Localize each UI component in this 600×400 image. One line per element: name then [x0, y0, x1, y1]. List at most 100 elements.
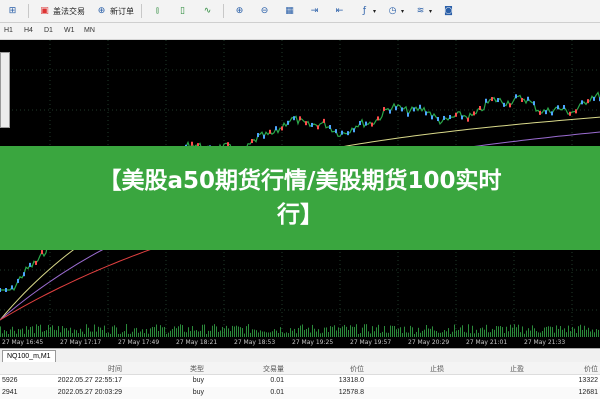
volume-bar	[556, 325, 557, 337]
candle-mark	[503, 102, 505, 107]
chart-tab-nq100[interactable]: NQ100_m,M1	[2, 350, 56, 362]
volume-bar	[580, 324, 581, 337]
volume-bar	[394, 325, 395, 337]
chart-shift-button[interactable]: ⇤	[329, 2, 352, 20]
volume-bar	[222, 326, 223, 337]
period-mn[interactable]: MN	[84, 27, 95, 34]
volume-bar	[4, 330, 5, 337]
candle-mark	[323, 118, 325, 123]
screenshot-icon: ◙	[444, 6, 453, 16]
periods-button[interactable]: ◷ ▾	[382, 2, 408, 20]
bar-chart-button[interactable]: ⫾	[147, 2, 170, 20]
tile-windows-button[interactable]: ▦	[279, 2, 302, 20]
period-h4[interactable]: H4	[24, 27, 33, 34]
volume-bar	[212, 325, 213, 337]
candle-mark	[17, 278, 19, 283]
volume-bar	[246, 326, 247, 337]
volume-bar	[516, 327, 517, 337]
candle-mark	[527, 96, 529, 101]
volume-bar	[80, 328, 81, 337]
indicators-button[interactable]: ƒ ▾	[354, 2, 380, 20]
candle-mark	[377, 116, 379, 121]
candle-mark	[557, 105, 559, 110]
screenshot-button[interactable]: ◙	[438, 2, 461, 20]
period-h1[interactable]: H1	[4, 27, 13, 34]
volume-bar	[588, 327, 589, 337]
volume-bar	[40, 324, 41, 337]
candle-mark	[581, 100, 583, 105]
new-chart-button[interactable]: ⊞	[2, 2, 25, 20]
volume-bar	[532, 325, 533, 337]
volume-bar	[50, 327, 51, 337]
candle-mark	[371, 122, 373, 127]
volume-bar	[32, 326, 33, 337]
candlestick-button[interactable]: ▯	[172, 2, 195, 20]
new-order-button[interactable]: ⊕ 新订单	[91, 2, 138, 20]
volume-bar	[204, 324, 205, 337]
chart-side-handle[interactable]	[0, 52, 10, 128]
candle-mark	[437, 117, 439, 122]
algo-trading-button[interactable]: ▣ 盖法交易	[34, 2, 89, 20]
volume-bar	[584, 325, 585, 337]
volume-bar	[100, 327, 101, 337]
volume-bar	[424, 329, 425, 337]
line-chart-button[interactable]: ∿	[197, 2, 220, 20]
volume-bar	[472, 325, 473, 337]
column-header[interactable]: 时间	[108, 364, 122, 374]
candle-mark	[407, 112, 409, 117]
volume-bar	[304, 329, 305, 337]
candle-mark	[359, 121, 361, 126]
new-order-label: 新订单	[110, 6, 134, 16]
volume-bar	[486, 324, 487, 337]
volume-bar	[426, 324, 427, 337]
candle-mark	[443, 115, 445, 120]
zoom-out-button[interactable]: ⊖	[254, 2, 277, 20]
volume-bar	[242, 328, 243, 337]
column-header[interactable]: 止损	[430, 364, 444, 374]
column-header[interactable]: 类型	[190, 364, 204, 374]
volume-bar	[76, 330, 77, 337]
templates-button[interactable]: ≋ ▾	[410, 2, 436, 20]
table-cell: 0.01	[270, 389, 284, 396]
column-header[interactable]: 止盈	[510, 364, 524, 374]
candle-mark	[269, 129, 271, 134]
volume-bar	[484, 329, 485, 337]
zoom-in-button[interactable]: ⊕	[229, 2, 252, 20]
candle-mark	[479, 105, 481, 110]
candle-mark	[365, 121, 367, 126]
autoscroll-button[interactable]: ⇥	[304, 2, 327, 20]
volume-bar	[384, 326, 385, 337]
volume-bar	[64, 328, 65, 337]
candle-mark	[569, 111, 571, 116]
candle-mark	[353, 128, 355, 133]
volume-bar	[196, 330, 197, 337]
volume-bar	[104, 325, 105, 337]
line-chart-icon: ∿	[203, 6, 212, 16]
column-header[interactable]: 价位	[584, 364, 598, 374]
toolbar: ⊞ ▣ 盖法交易 ⊕ 新订单 ⫾ ▯ ∿ ⊕ ⊖ ▦ ⇥ ⇤ ƒ ▾ ◷ ▾ ≋ ▾ ◙	[0, 0, 600, 23]
toolbar-separator	[223, 4, 224, 18]
time-label: 27 May 21:01	[466, 339, 508, 346]
period-d1[interactable]: D1	[44, 27, 53, 34]
volume-bar	[86, 324, 87, 337]
volume-bar	[56, 330, 57, 337]
volume-bar	[578, 326, 579, 337]
candle-mark	[539, 110, 541, 115]
volume-bar	[400, 327, 401, 337]
table-row[interactable]: 2941 2022.05.27 20:03:29 buy 0.01 12578.…	[0, 387, 600, 399]
candle-mark	[431, 115, 433, 120]
candle-mark	[23, 272, 25, 277]
column-header[interactable]: 交易量	[263, 364, 284, 374]
indicators-icon: ƒ	[362, 6, 367, 16]
volume-bar	[550, 326, 551, 337]
period-w1[interactable]: W1	[64, 27, 75, 34]
volume-bar	[240, 327, 241, 337]
volume-bar	[26, 326, 27, 337]
candle-mark	[29, 262, 31, 267]
volume-bar	[226, 325, 227, 337]
column-header[interactable]: 价位	[350, 364, 364, 374]
volume-bar	[404, 326, 405, 337]
volume-bar	[392, 325, 393, 337]
volume-bar	[0, 326, 1, 337]
candle-mark	[449, 115, 451, 120]
